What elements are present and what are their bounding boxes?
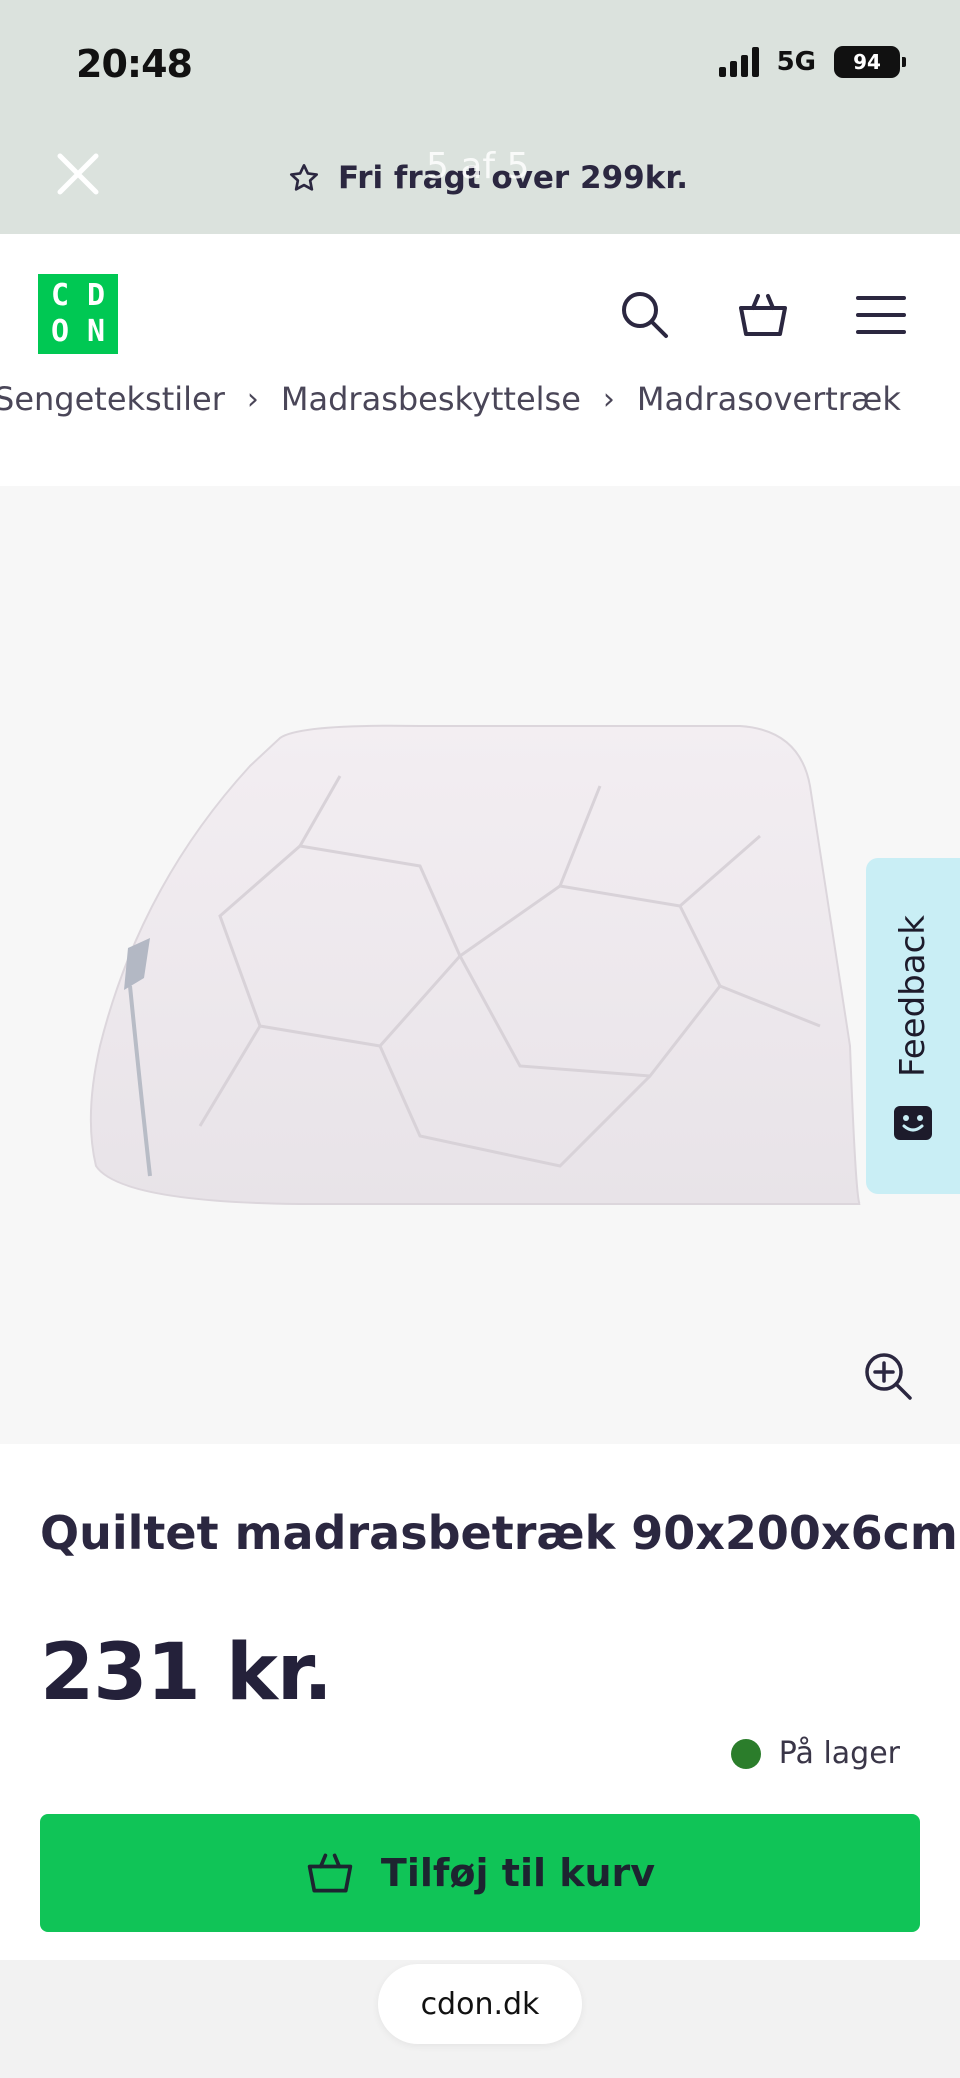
top-banner [0,0,960,234]
feedback-label: Feedback [893,915,933,1077]
chevron-right-icon: › [246,381,259,417]
breadcrumb-item[interactable]: Madrasbeskyttelse [281,380,581,418]
product-image[interactable] [0,486,960,1444]
logo-letter: N [86,314,106,349]
logo-letter: O [50,314,70,349]
stock-status: På lager [730,1736,900,1771]
status-icons: 5G 94 [718,46,906,78]
breadcrumb: Sengetekstiler › Madrasbeskyttelse › Mad… [0,380,901,418]
product-title: Quiltet madrasbetræk 90x200x6cm [40,1506,958,1560]
basket-icon[interactable] [736,288,790,342]
battery-icon: 94 [834,46,906,78]
basket-icon [307,1853,353,1893]
zoom-in-icon[interactable] [862,1350,916,1404]
breadcrumb-item[interactable]: Madrasovertræk [637,380,901,418]
url-bar[interactable]: cdon.dk [378,1964,582,2044]
search-icon[interactable] [618,288,672,342]
signal-icon [718,47,759,77]
stock-indicator [730,1738,761,1769]
add-to-cart-button[interactable]: Tilføj til kurv [40,1814,920,1932]
stock-label: På lager [778,1736,900,1771]
feedback-tab[interactable]: Feedback [866,858,960,1194]
product-price: 231 kr. [40,1628,333,1718]
add-to-cart-label: Tilføj til kurv [380,1851,656,1895]
status-time: 20:48 [76,42,193,86]
image-counter: 5 af 5 [426,146,530,187]
logo-letter: C [50,278,70,313]
star-icon [290,164,318,191]
logo-letter: D [86,278,106,313]
mattress-cover-image [89,724,861,1206]
url-text: cdon.dk [420,1986,540,2022]
site-header: C D O N [0,234,960,384]
chevron-right-icon: › [602,381,615,417]
breadcrumb-item[interactable]: Sengetekstiler [0,380,225,418]
battery-level: 94 [853,50,881,74]
smiley-icon [892,1104,934,1144]
cdon-logo[interactable]: C D O N [38,274,118,354]
menu-icon[interactable] [854,288,908,342]
close-icon[interactable] [52,148,104,200]
network-label: 5G [776,47,816,77]
